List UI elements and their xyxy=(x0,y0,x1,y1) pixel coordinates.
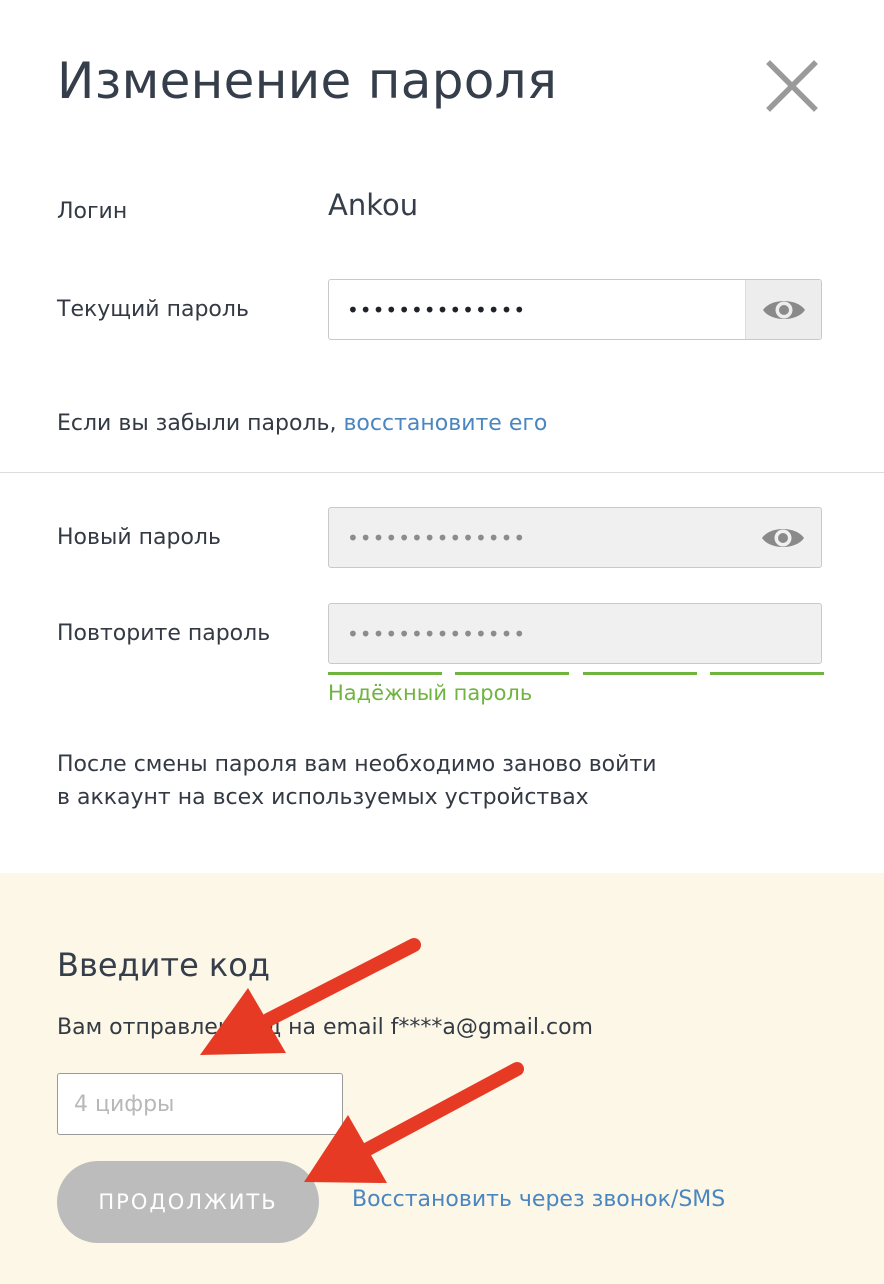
repeat-password-value: •••••••••••••• xyxy=(347,621,527,646)
current-password-value: •••••••••••••• xyxy=(347,297,527,322)
code-sent-description: Вам отправлен код на email f****a@gmail.… xyxy=(57,1015,593,1040)
current-password-label: Текущий пароль xyxy=(57,297,249,322)
strength-bar-segment xyxy=(455,672,569,675)
section-divider xyxy=(0,472,884,473)
forgot-password-text: Если вы забыли пароль, xyxy=(57,411,337,436)
strength-bar-segment xyxy=(710,672,824,675)
login-label: Логин xyxy=(57,199,128,224)
repeat-password-label: Повторите пароль xyxy=(57,621,271,646)
eye-icon xyxy=(762,528,804,547)
strength-bar-segment xyxy=(328,672,442,675)
relogin-notice-line: После смены пароля вам необходимо заново… xyxy=(57,752,657,777)
close-icon[interactable] xyxy=(766,60,818,112)
code-input[interactable] xyxy=(57,1073,343,1135)
relogin-notice-line: в аккаунт на всех используемых устройств… xyxy=(57,785,589,810)
eye-icon xyxy=(762,300,805,319)
login-value: Ankou xyxy=(328,188,419,222)
new-password-field[interactable]: •••••••••••••• xyxy=(328,507,822,568)
show-current-password-button[interactable] xyxy=(745,280,821,339)
page-title: Изменение пароля xyxy=(57,52,558,110)
recover-password-link[interactable]: восстановите его xyxy=(343,411,547,436)
continue-button[interactable]: ПРОДОЛЖИТЬ xyxy=(57,1161,319,1243)
relogin-notice: После смены пароля вам необходимо заново… xyxy=(57,748,657,814)
show-new-password-button[interactable] xyxy=(745,508,821,567)
password-strength-label: Надёжный пароль xyxy=(328,681,533,705)
code-title: Введите код xyxy=(57,946,270,984)
repeat-password-field[interactable]: •••••••••••••• xyxy=(328,603,822,664)
current-password-field[interactable]: •••••••••••••• xyxy=(328,279,822,340)
new-password-value: •••••••••••••• xyxy=(347,525,527,550)
strength-bar-segment xyxy=(583,672,697,675)
forgot-password-line: Если вы забыли пароль, восстановите его xyxy=(57,411,547,436)
recover-via-call-sms-link[interactable]: Восстановить через звонок/SMS xyxy=(352,1187,725,1212)
new-password-label: Новый пароль xyxy=(57,525,221,550)
